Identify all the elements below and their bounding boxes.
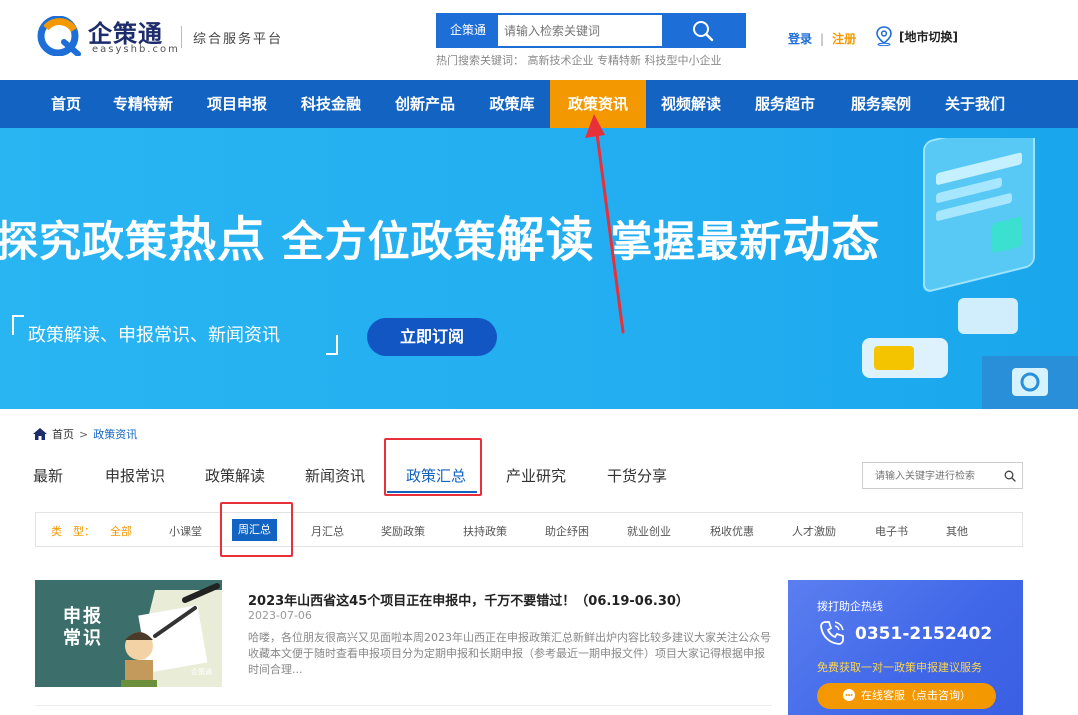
- type-filter: 类 型： 全部 小课堂 周汇总 月汇总 奖励政策 扶持政策 助企纾困 就业创业 …: [35, 512, 1023, 547]
- subscribe-button[interactable]: 立即订阅: [367, 318, 497, 356]
- nav-item-specialized[interactable]: 专精特新: [102, 80, 184, 128]
- online-service-label: 在线客服（点击咨询）: [861, 689, 971, 702]
- hotline-label: 拨打助企热线: [817, 600, 883, 613]
- article-divider: [35, 705, 772, 706]
- site-header: 企策通 easyshb.com 综合服务平台 企策通 热门搜索关键词： 高新技术…: [0, 0, 1078, 80]
- annotation-box-type: [220, 502, 293, 557]
- article-date: 2023-07-06: [248, 609, 312, 622]
- article-thumbnail[interactable]: 申报 常识 企策通: [35, 580, 222, 687]
- headline-part: 探究政策: [0, 217, 169, 266]
- headline-part: 全方位政策: [266, 217, 497, 266]
- type-other[interactable]: 其他: [946, 523, 968, 539]
- type-employment[interactable]: 就业创业: [627, 523, 671, 539]
- nav-item-innovation[interactable]: 创新产品: [384, 80, 466, 128]
- type-relief[interactable]: 助企纾困: [545, 523, 589, 539]
- city-switch-label: [地市切换]: [899, 29, 958, 44]
- breadcrumb-home[interactable]: 首页: [52, 426, 74, 442]
- site-search-button[interactable]: [662, 15, 744, 46]
- banner-subtitle-text: 政策解读、申报常识、新闻资讯: [28, 325, 280, 346]
- tab-policy-interpret[interactable]: 政策解读: [205, 465, 265, 486]
- city-switch[interactable]: [地市切换]: [875, 24, 958, 48]
- user-links: 登录 | 注册: [788, 30, 856, 47]
- main-nav: 首页 专精特新 项目申报 科技金融 创新产品 政策库 政策资讯 视频解读 服务超…: [0, 80, 1078, 128]
- banner-subtitle: 政策解读、申报常识、新闻资讯: [12, 315, 338, 355]
- site-slogan: 综合服务平台: [193, 32, 284, 47]
- nav-item-home[interactable]: 首页: [30, 80, 102, 128]
- breadcrumb: 首页 > 政策资讯: [33, 426, 137, 442]
- tab-apply-knowledge[interactable]: 申报常识: [105, 465, 165, 486]
- chat-icon: [843, 689, 855, 701]
- location-pin-icon: [876, 26, 892, 46]
- site-search: 企策通: [436, 13, 746, 48]
- hotline-number[interactable]: 0351-2152402: [855, 624, 992, 644]
- nav-item-cases[interactable]: 服务案例: [840, 80, 922, 128]
- site-search-input[interactable]: [504, 19, 664, 42]
- breadcrumb-current[interactable]: 政策资讯: [93, 426, 137, 442]
- logo-domain: easyshb.com: [92, 44, 180, 55]
- article-title[interactable]: 2023年山西省这45个项目正在申报中，千万不要错过！（06.19-06.30）: [248, 590, 689, 609]
- login-link[interactable]: 登录: [788, 32, 812, 46]
- hotline-description: 免费获取一对一政策申报建议服务: [817, 661, 982, 674]
- bracket-right: [326, 335, 338, 355]
- annotation-arrow-icon: [585, 114, 625, 334]
- logo-divider: [181, 26, 182, 48]
- nav-item-service-market[interactable]: 服务超市: [744, 80, 826, 128]
- thumbnail-caption-line: 常识: [63, 628, 103, 649]
- search-icon[interactable]: [1004, 470, 1016, 482]
- search-scope-tag[interactable]: 企策通: [438, 15, 498, 46]
- thumbnail-caption-line: 申报: [63, 606, 103, 627]
- type-reward-policy[interactable]: 奖励政策: [381, 523, 425, 539]
- type-mini-class[interactable]: 小课堂: [169, 523, 202, 539]
- banner-headline: 探究政策热点 全方位政策解读 掌握最新动态: [0, 200, 880, 270]
- bracket-left: [12, 315, 24, 335]
- nav-item-video[interactable]: 视频解读: [650, 80, 732, 128]
- nav-item-about[interactable]: 关于我们: [934, 80, 1016, 128]
- hotline-card: 拨打助企热线 0351-2152402 免费获取一对一政策申报建议服务 在线客服…: [788, 580, 1023, 715]
- hot-search-keywords[interactable]: 热门搜索关键词： 高新技术企业 专精特新 科技型中小企业: [436, 52, 722, 68]
- annotation-box-tab: [384, 438, 482, 496]
- list-search-input[interactable]: [875, 468, 995, 484]
- type-monthly[interactable]: 月汇总: [311, 523, 344, 539]
- type-filter-label: 类 型：: [51, 525, 95, 538]
- tab-industry-research[interactable]: 产业研究: [506, 465, 566, 486]
- type-ebook[interactable]: 电子书: [875, 523, 908, 539]
- logo-mark-icon: [37, 16, 81, 56]
- tech-illustration-icon: [862, 138, 1078, 409]
- article-summary: 哈喽，各位朋友很高兴又见面啦本周2023年山西正在申报政策汇总新鲜出炉内容比较多…: [248, 631, 771, 676]
- tab-news[interactable]: 新闻资讯: [305, 465, 365, 486]
- nav-item-tech-finance[interactable]: 科技金融: [290, 80, 372, 128]
- nav-item-project-apply[interactable]: 项目申报: [196, 80, 278, 128]
- phone-icon: [820, 621, 844, 645]
- thumbnail-caption: 申报 常识: [63, 606, 103, 650]
- site-logo[interactable]: 企策通 easyshb.com: [36, 12, 178, 62]
- breadcrumb-separator: >: [79, 427, 89, 441]
- home-icon: [33, 428, 47, 440]
- user-link-separator: |: [820, 32, 825, 46]
- type-tax[interactable]: 税收优惠: [710, 523, 754, 539]
- tab-practical-share[interactable]: 干货分享: [607, 465, 667, 486]
- type-all[interactable]: 全部: [110, 523, 132, 539]
- nav-item-policy-library[interactable]: 政策库: [478, 80, 546, 128]
- online-service-button[interactable]: 在线客服（点击咨询）: [817, 683, 996, 709]
- search-icon: [693, 20, 714, 41]
- thumbnail-logo: 企策通: [191, 668, 212, 676]
- list-search: [862, 462, 1023, 489]
- headline-highlight: 热点: [168, 212, 267, 268]
- type-support-policy[interactable]: 扶持政策: [463, 523, 507, 539]
- tab-latest[interactable]: 最新: [33, 465, 63, 486]
- hero-banner: 探究政策热点 全方位政策解读 掌握最新动态 政策解读、申报常识、新闻资讯 立即订…: [0, 128, 1078, 409]
- register-link[interactable]: 注册: [832, 32, 856, 46]
- type-talent[interactable]: 人才激励: [792, 523, 836, 539]
